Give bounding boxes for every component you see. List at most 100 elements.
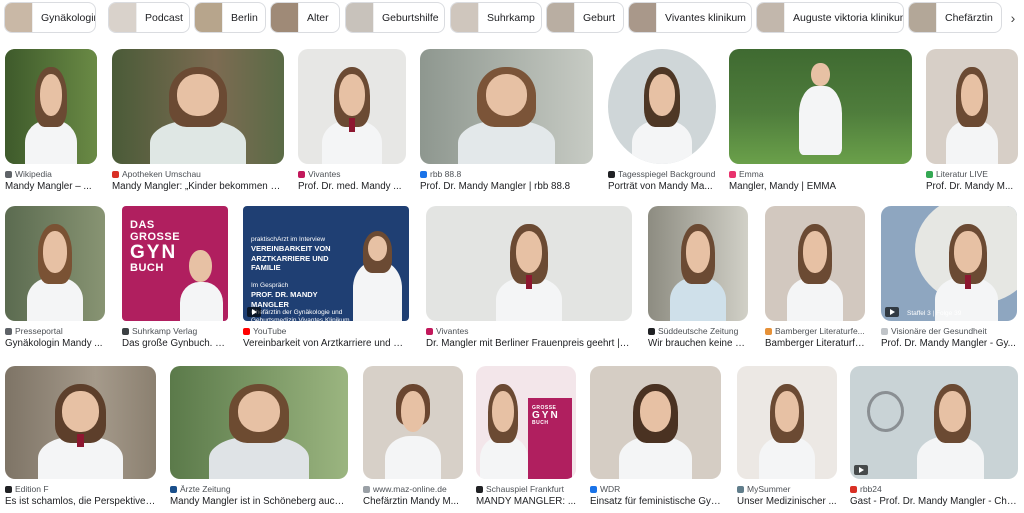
youtube-icon bbox=[243, 327, 250, 335]
result-image[interactable] bbox=[729, 49, 912, 164]
result-image[interactable] bbox=[420, 49, 593, 164]
result-source[interactable]: Apotheken Umschau bbox=[112, 169, 201, 179]
image-result[interactable]: WDR Einsatz für feministische Gyn... bbox=[590, 366, 721, 512]
result-title[interactable]: MANDY MANGLER: ... bbox=[476, 496, 576, 507]
result-title[interactable]: Prof. Dr. Mandy M... bbox=[926, 181, 1018, 192]
result-source[interactable]: Presseportal bbox=[5, 326, 63, 336]
result-source[interactable]: Literatur LIVE bbox=[926, 169, 988, 179]
result-title[interactable]: Mangler, Mandy | EMMA bbox=[729, 181, 912, 192]
result-image[interactable] bbox=[112, 49, 284, 164]
result-title[interactable]: Porträt von Mandy Ma... bbox=[608, 181, 716, 192]
result-title[interactable]: Vereinbarkeit von Arztkarriere und Fa... bbox=[243, 338, 409, 349]
result-source[interactable]: Emma bbox=[729, 169, 764, 179]
image-result[interactable]: rbb 88.8 Prof. Dr. Mandy Mangler | rbb 8… bbox=[420, 49, 593, 194]
image-result[interactable]: www.maz-online.de Chefärztin Mandy M... bbox=[363, 366, 463, 512]
result-source[interactable]: Bamberger Literaturfe... bbox=[765, 326, 865, 336]
result-source[interactable]: Ärzte Zeitung bbox=[170, 484, 231, 494]
image-result[interactable]: Edition F Es ist schamlos, die Perspekti… bbox=[5, 366, 156, 512]
result-title[interactable]: Mandy Mangler ist in Schöneberg auch ... bbox=[170, 496, 348, 507]
image-result[interactable]: Presseportal Gynäkologin Mandy ... bbox=[5, 206, 105, 351]
chevron-right-icon[interactable]: › bbox=[1002, 2, 1024, 33]
result-image[interactable] bbox=[608, 49, 716, 164]
chip-geburtshilfe[interactable]: Geburtshilfe bbox=[345, 2, 445, 33]
result-image[interactable] bbox=[590, 366, 721, 479]
result-title[interactable]: Prof. Dr. Mandy Mangler - Gy... bbox=[881, 338, 1017, 349]
image-result[interactable]: MySummer Unser Medizinischer ... bbox=[737, 366, 837, 512]
image-result[interactable]: Staffel 3 | Folge 39 Visionäre der Gesun… bbox=[881, 206, 1017, 351]
result-source[interactable]: Süddeutsche Zeitung bbox=[648, 326, 738, 336]
result-title[interactable]: Gynäkologin Mandy ... bbox=[5, 338, 105, 349]
result-source[interactable]: rbb 88.8 bbox=[420, 169, 461, 179]
image-result[interactable]: Apotheken Umschau Mandy Mangler: „Kinder… bbox=[112, 49, 284, 194]
result-image[interactable] bbox=[850, 366, 1018, 479]
image-result[interactable]: Süddeutsche Zeitung Wir brauchen keine M… bbox=[648, 206, 748, 351]
site-favicon-icon bbox=[476, 485, 483, 493]
result-source[interactable]: Vivantes bbox=[298, 169, 340, 179]
result-image[interactable]: Staffel 3 | Folge 39 bbox=[881, 206, 1017, 321]
result-source[interactable]: Suhrkamp Verlag bbox=[122, 326, 197, 336]
result-title[interactable]: Das große Gynbuch. B... bbox=[122, 338, 228, 349]
result-title[interactable]: Unser Medizinischer ... bbox=[737, 496, 837, 507]
result-title[interactable]: Einsatz für feministische Gyn... bbox=[590, 496, 721, 507]
result-title[interactable]: Bamberger Literaturfe... bbox=[765, 338, 865, 349]
result-source[interactable]: Vivantes bbox=[426, 326, 468, 336]
result-image[interactable] bbox=[5, 49, 97, 164]
result-title[interactable]: Prof. Dr. Mandy Mangler | rbb 88.8 bbox=[420, 181, 593, 192]
image-result[interactable]: praktischArzt im Interview VEREINBARKEIT… bbox=[243, 206, 409, 351]
chip-auguste-viktoria-klinikum[interactable]: Auguste viktoria klinikum bbox=[756, 2, 904, 33]
result-image[interactable] bbox=[765, 206, 865, 321]
result-image[interactable] bbox=[5, 366, 156, 479]
result-image[interactable]: GROSSE GYN BUCH bbox=[476, 366, 576, 479]
result-title[interactable]: Es ist schamlos, die Perspektive ... bbox=[5, 496, 156, 507]
result-source[interactable]: WDR bbox=[590, 484, 620, 494]
result-image[interactable] bbox=[737, 366, 837, 479]
result-image[interactable] bbox=[298, 49, 406, 164]
image-result[interactable]: GROSSE GYN BUCH Schauspiel Frankfurt MANDY… bbox=[476, 366, 576, 512]
result-image[interactable] bbox=[170, 366, 348, 479]
result-source[interactable]: Visionäre der Gesundheit bbox=[881, 326, 987, 336]
chip-berlin[interactable]: Berlin bbox=[194, 2, 266, 33]
chip-podcast[interactable]: Podcast bbox=[108, 2, 190, 33]
chip-suhrkamp[interactable]: Suhrkamp bbox=[450, 2, 542, 33]
result-title[interactable]: Mandy Mangler: „Kinder bekommen ka... bbox=[112, 181, 284, 192]
chip-alter[interactable]: Alter bbox=[270, 2, 340, 33]
result-source[interactable]: YouTube bbox=[243, 326, 286, 336]
result-image[interactable] bbox=[5, 206, 105, 321]
result-source[interactable]: Schauspiel Frankfurt bbox=[476, 484, 564, 494]
chip-geburt[interactable]: Geburt bbox=[546, 2, 624, 33]
result-source[interactable]: rbb24 bbox=[850, 484, 882, 494]
image-result[interactable]: DAS GROSSE GYN BUCH Suhrkamp Verlag Das gro… bbox=[122, 206, 228, 351]
result-title[interactable]: Gast - Prof. Dr. Mandy Mangler - Che... bbox=[850, 496, 1018, 507]
result-image[interactable] bbox=[363, 366, 463, 479]
site-favicon-icon bbox=[737, 485, 744, 493]
result-source[interactable]: Edition F bbox=[5, 484, 49, 494]
chip-thumbnail bbox=[195, 3, 223, 32]
result-image[interactable] bbox=[926, 49, 1018, 164]
result-source[interactable]: Wikipedia bbox=[5, 169, 52, 179]
result-title[interactable]: Dr. Mangler mit Berliner Frauenpreis gee… bbox=[426, 338, 632, 349]
site-favicon-icon bbox=[363, 485, 370, 493]
image-result[interactable]: Bamberger Literaturfe... Bamberger Liter… bbox=[765, 206, 865, 351]
result-title[interactable]: Mandy Mangler – ... bbox=[5, 181, 97, 192]
result-image[interactable] bbox=[648, 206, 748, 321]
image-result[interactable]: Literatur LIVE Prof. Dr. Mandy M... bbox=[926, 49, 1018, 194]
chip-vivantes-klinikum[interactable]: Vivantes klinikum bbox=[628, 2, 752, 33]
result-title[interactable]: Prof. Dr. med. Mandy ... bbox=[298, 181, 406, 192]
result-image[interactable]: praktischArzt im Interview VEREINBARKEIT… bbox=[243, 206, 409, 321]
chip-chefaerztin[interactable]: Chefärztin bbox=[908, 2, 1002, 33]
image-result[interactable]: Vivantes Dr. Mangler mit Berliner Frauen… bbox=[426, 206, 632, 351]
image-result[interactable]: Vivantes Prof. Dr. med. Mandy ... bbox=[298, 49, 406, 194]
result-source[interactable]: Tagesspiegel Background bbox=[608, 169, 715, 179]
image-result[interactable]: Ärzte Zeitung Mandy Mangler ist in Schön… bbox=[170, 366, 348, 512]
result-source[interactable]: MySummer bbox=[737, 484, 790, 494]
image-result[interactable]: Tagesspiegel Background Porträt von Mand… bbox=[608, 49, 716, 194]
result-source[interactable]: www.maz-online.de bbox=[363, 484, 447, 494]
image-result[interactable]: rbb24 Gast - Prof. Dr. Mandy Mangler - C… bbox=[850, 366, 1018, 512]
result-title[interactable]: Chefärztin Mandy M... bbox=[363, 496, 463, 507]
result-title[interactable]: Wir brauchen keine M... bbox=[648, 338, 748, 349]
result-image[interactable] bbox=[426, 206, 632, 321]
image-result[interactable]: Emma Mangler, Mandy | EMMA bbox=[729, 49, 912, 194]
image-result[interactable]: Wikipedia Mandy Mangler – ... bbox=[5, 49, 97, 194]
chip-gynaekologin[interactable]: Gynäkologin bbox=[4, 2, 96, 33]
result-image[interactable]: DAS GROSSE GYN BUCH bbox=[122, 206, 228, 321]
